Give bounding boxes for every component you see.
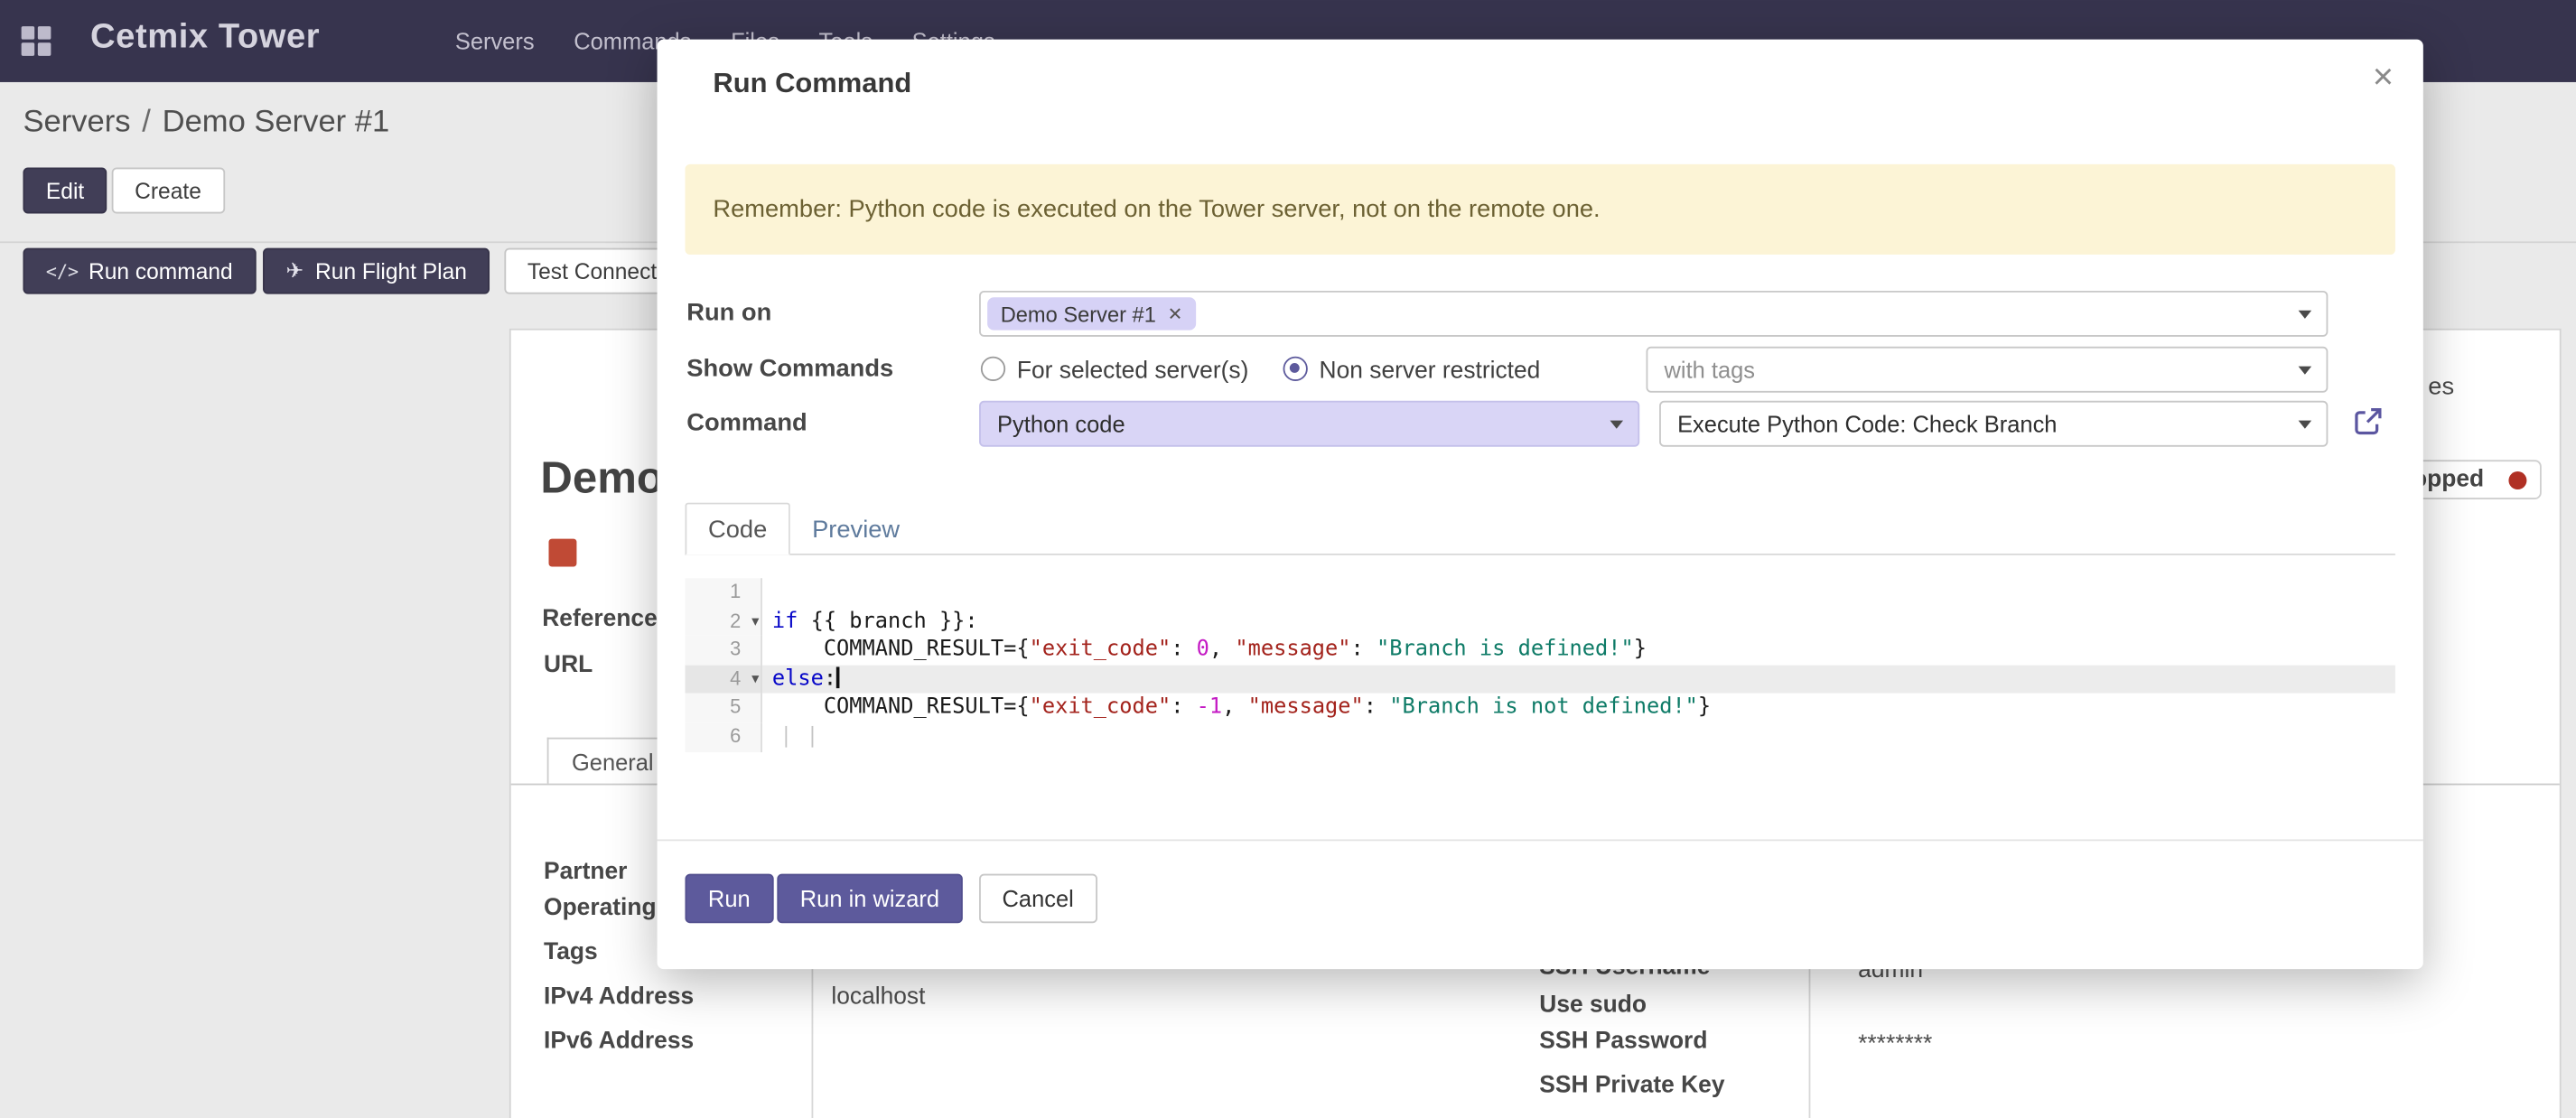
ipv4-value: localhost — [831, 984, 925, 1011]
remove-tag-icon[interactable]: ✕ — [1168, 303, 1183, 325]
command-value: Execute Python Code: Check Branch — [1677, 411, 2057, 437]
code-editor[interactable]: 12▾if {{ branch }}:3 COMMAND_RESULT={"ex… — [685, 578, 2394, 751]
ipv6-label: IPv6 Address — [544, 1029, 694, 1055]
indent-guide — [785, 726, 787, 748]
warning-text: Remember: Python code is executed on the… — [713, 195, 1600, 223]
edit-button-label: Edit — [46, 178, 84, 202]
command-label: Command — [686, 409, 807, 437]
code-line[interactable]: 5 COMMAND_RESULT={"exit_code": -1, "mess… — [685, 694, 2394, 722]
run-flight-plan-button[interactable]: ✈ Run Flight Plan — [263, 248, 490, 294]
close-icon[interactable]: × — [2373, 56, 2394, 98]
run-on-label: Run on — [686, 299, 771, 327]
screen: Cetmix Tower ServersCommandsFilesToolsSe… — [0, 0, 2576, 1118]
indent-guide — [812, 726, 814, 748]
modal-title: Run Command — [713, 68, 911, 100]
code-text[interactable] — [762, 722, 2395, 751]
reference-label: Reference — [542, 606, 658, 632]
code-text[interactable]: COMMAND_RESULT={"exit_code": -1, "messag… — [762, 694, 2395, 722]
code-text[interactable] — [762, 578, 2395, 607]
run-command-modal: Run Command × Remember: Python code is e… — [658, 40, 2423, 969]
line-number: 3 — [685, 636, 761, 665]
run-button[interactable]: Run — [685, 874, 773, 924]
radio-for-selected-servers-label[interactable]: For selected server(s) — [1017, 359, 1248, 385]
app-brand[interactable]: Cetmix Tower — [90, 18, 320, 58]
ssh-private-key-label: SSH Private Key — [1539, 1073, 1724, 1099]
code-text[interactable]: else: — [762, 665, 2395, 694]
cancel-button-label: Cancel — [1003, 885, 1074, 911]
text-cursor — [836, 666, 839, 688]
code-line[interactable]: 6 — [685, 722, 2394, 751]
status-stopped-dot — [2508, 471, 2526, 489]
code-text[interactable]: if {{ branch }}: — [762, 607, 2395, 636]
with-tags-placeholder: with tags — [1665, 357, 1755, 383]
run-command-button[interactable]: </> Run command — [23, 248, 256, 294]
run-in-wizard-button-label: Run in wizard — [800, 885, 939, 911]
tab-code-label: Code — [708, 515, 767, 543]
run-on-select[interactable]: Demo Server #1 ✕ — [979, 291, 2328, 337]
breadcrumb-separator: / — [142, 105, 151, 139]
radio-non-server-restricted-label[interactable]: Non server restricted — [1320, 359, 1541, 385]
code-line[interactable]: 3 COMMAND_RESULT={"exit_code": 0, "messa… — [685, 636, 2394, 665]
tab-preview-label: Preview — [812, 515, 900, 543]
breadcrumb-current: Demo Server #1 — [163, 105, 390, 139]
tab-preview[interactable]: Preview — [790, 503, 922, 555]
ipv4-label: IPv4 Address — [544, 984, 694, 1011]
command-type-value: Python code — [997, 411, 1125, 437]
code-text[interactable]: COMMAND_RESULT={"exit_code": 0, "message… — [762, 636, 2395, 665]
line-number: 5 — [685, 694, 761, 722]
tab-strip-line — [685, 554, 2394, 555]
ssh-password-value: ******** — [1858, 1031, 1932, 1057]
server-color-swatch[interactable] — [549, 539, 577, 567]
breadcrumb: Servers / Demo Server #1 — [23, 105, 389, 141]
chevron-down-icon[interactable] — [2299, 421, 2312, 429]
fold-caret-icon[interactable]: ▾ — [751, 665, 759, 694]
run-button-label: Run — [708, 885, 751, 911]
cancel-button[interactable]: Cancel — [979, 874, 1097, 924]
edit-button[interactable]: Edit — [23, 168, 107, 214]
chevron-down-icon[interactable] — [1610, 421, 1623, 429]
create-button[interactable]: Create — [112, 168, 225, 214]
code-line[interactable]: 4▾else: — [685, 665, 2394, 694]
line-number: 6 — [685, 722, 761, 751]
fold-caret-icon[interactable]: ▾ — [751, 607, 759, 636]
radio-for-selected-servers[interactable] — [981, 357, 1005, 381]
partial-text-fragment: es — [2428, 373, 2454, 401]
line-number: 2▾ — [685, 607, 761, 636]
chevron-down-icon[interactable] — [2299, 367, 2312, 375]
ssh-password-label: SSH Password — [1539, 1029, 1707, 1055]
command-select[interactable]: Execute Python Code: Check Branch — [1659, 401, 2328, 447]
external-link-icon[interactable] — [2353, 405, 2385, 437]
line-number: 1 — [685, 578, 761, 607]
flight-plan-icon: ✈ — [285, 258, 303, 284]
line-number: 4▾ — [685, 665, 761, 694]
tab-general-label: General — [572, 748, 654, 774]
server-tag-label: Demo Server #1 — [1001, 302, 1156, 326]
footer-divider — [658, 839, 2423, 841]
breadcrumb-servers[interactable]: Servers — [23, 105, 130, 139]
tab-code[interactable]: Code — [685, 503, 789, 555]
code-line[interactable]: 1 — [685, 578, 2394, 607]
warning-banner: Remember: Python code is executed on the… — [685, 164, 2394, 255]
url-label: URL — [544, 652, 593, 678]
use-sudo-label: Use sudo — [1539, 992, 1647, 1019]
run-command-button-label: Run command — [89, 258, 233, 283]
apps-menu-icon[interactable] — [20, 24, 52, 57]
chevron-down-icon[interactable] — [2299, 311, 2312, 319]
nav-item-servers[interactable]: Servers — [455, 28, 535, 54]
run-flight-plan-button-label: Run Flight Plan — [315, 258, 467, 283]
create-button-label: Create — [135, 178, 201, 202]
command-type-select[interactable]: Python code — [979, 401, 1639, 447]
show-commands-label: Show Commands — [686, 355, 893, 383]
radio-non-server-restricted[interactable] — [1283, 357, 1308, 381]
server-tag[interactable]: Demo Server #1 ✕ — [987, 297, 1196, 330]
code-line[interactable]: 2▾if {{ branch }}: — [685, 607, 2394, 636]
code-icon: </> — [46, 260, 79, 282]
partner-label: Partner — [544, 859, 627, 885]
run-in-wizard-button[interactable]: Run in wizard — [777, 874, 962, 924]
with-tags-select[interactable]: with tags — [1647, 347, 2329, 393]
tags-label: Tags — [544, 939, 598, 965]
